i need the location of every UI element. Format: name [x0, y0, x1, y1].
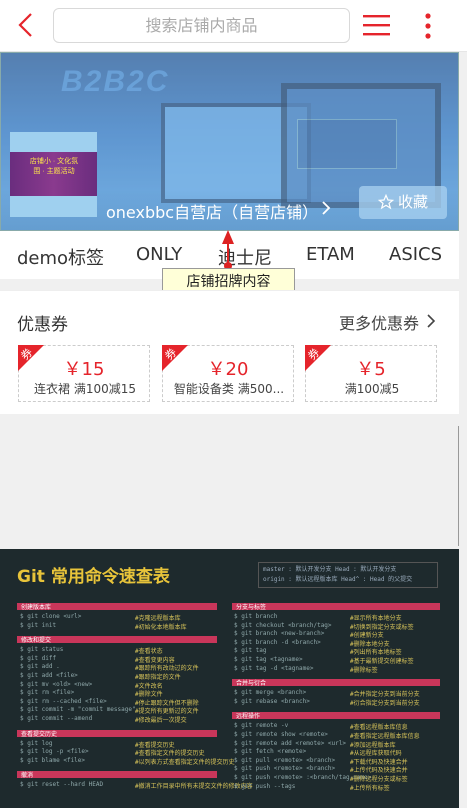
git-command-line: $ git branch <new-branch> — [234, 630, 325, 638]
git-legend: master : 默认开发分支 Head : 默认开发分支 origin : 默… — [258, 562, 438, 588]
shop-name[interactable]: onexbbc自营店（自营店铺） — [106, 199, 318, 223]
git-command-hint: #修改最后一次提交 — [135, 717, 187, 724]
menu-icon[interactable] — [363, 13, 390, 37]
git-command-line: $ git init — [20, 621, 57, 629]
git-command-line: $ git clone <url> — [20, 613, 82, 620]
git-command-hint: #上传所有标签 — [350, 784, 390, 792]
git-command-line: $ git add . — [20, 663, 60, 671]
git-command-line: $ git remote -v — [234, 722, 289, 730]
coupon-amount: ￥20 — [207, 359, 249, 380]
git-command-line: $ git checkout <branch/tag> — [234, 621, 332, 629]
shop-logo-text: 店铺小 · 文化氛围 · 主题活动 — [29, 158, 79, 175]
git-command-line: $ git log -p <file> — [20, 748, 89, 756]
git-command-line: $ git branch — [234, 613, 278, 620]
git-command-line: $ git log — [20, 739, 53, 747]
git-cheatsheet-image[interactable]: Git 常用命令速查表 master : 默认开发分支 Head : 默认开发分… — [0, 549, 459, 808]
star-icon — [377, 193, 395, 210]
git-command-line: $ git remote add <remote> <url> — [234, 739, 346, 747]
git-command-hint: #以列表方式查看指定文件的提交历史 — [135, 758, 235, 766]
git-command-line: $ git fetch <remote> — [234, 748, 307, 756]
git-section-label: 合并与衍合 — [236, 680, 267, 688]
git-section-label: 远程操作 — [236, 713, 261, 721]
coupon-card[interactable]: 券 ￥15 连衣裙 满100减15 — [18, 345, 150, 402]
git-command-line: $ git remote show <remote> — [234, 731, 328, 738]
coupon-desc: 满100减5 — [344, 382, 400, 396]
git-command-line: $ git status — [20, 646, 64, 654]
chevron-right-icon[interactable] — [426, 312, 436, 330]
coupon-card[interactable]: 券 ￥5 满100减5 — [305, 345, 437, 402]
git-section-label: 修改和提交 — [21, 637, 52, 645]
git-command-hint: #衍合指定分支到当前分支 — [350, 699, 420, 707]
coupon-card[interactable]: 券 ￥20 智能设备类 满500... — [162, 345, 294, 402]
shop-banner: B2B2C 店铺小 · 文化氛围 · 主题活动 onexbbc自营店（自营店铺）… — [0, 52, 459, 231]
git-section-header — [232, 712, 440, 720]
git-command-line: $ git branch -d <branch> — [234, 638, 321, 646]
git-command-line: $ git add <file> — [20, 672, 78, 679]
top-header: 搜索店铺内商品 — [0, 0, 467, 52]
coupon-amount: ￥5 — [356, 359, 386, 380]
git-section-label: 查看提交历史 — [21, 730, 58, 738]
git-section-label: 创建版本库 — [21, 604, 52, 611]
tab-asics[interactable]: ASICS — [389, 244, 442, 265]
tab-demo[interactable]: demo标签 — [17, 244, 104, 270]
git-command-hint: #删除标签 — [350, 666, 378, 674]
chevron-right-icon[interactable] — [320, 199, 332, 217]
git-command-line: $ git tag -d <tagname> — [234, 664, 314, 672]
git-command-line: $ git blame <file> — [20, 756, 86, 764]
git-command-line: $ git commit --amend — [20, 715, 93, 722]
coupon-amount: ￥15 — [63, 359, 105, 380]
shop-logo[interactable]: 店铺小 · 文化氛围 · 主题活动 — [10, 132, 97, 217]
git-section-label: 分支与标签 — [236, 604, 267, 611]
git-command-line: $ git mv <old> <new> — [20, 680, 93, 688]
git-command-hint: #初始化本地版本库 — [135, 623, 187, 631]
git-section-header — [17, 771, 217, 779]
coupon-section-title: 优惠券 — [17, 315, 68, 335]
git-command-line: $ git rebase <branch> — [234, 697, 310, 705]
coupon-section: 优惠券 更多优惠券 券 ￥15 连衣裙 满100减15 券 ￥20 智能设备类 … — [0, 290, 459, 414]
git-command-line: $ git push <remote> <branch> — [234, 765, 336, 773]
favorite-button[interactable]: 收藏 — [359, 186, 447, 219]
git-command-line: $ git pull <remote> <branch> — [234, 756, 336, 764]
git-command-line: $ git push --tags — [234, 782, 296, 790]
coupon-desc: 连衣裙 满100减15 — [34, 382, 136, 396]
back-arrow-icon[interactable] — [12, 11, 40, 39]
git-command-line: $ git reset --hard HEAD — [20, 781, 104, 789]
coupon-desc: 智能设备类 满500... — [173, 382, 285, 396]
tab-etam[interactable]: ETAM — [306, 244, 355, 265]
git-cheatsheet-title: Git 常用命令速查表 — [17, 567, 170, 587]
more-coupons-link[interactable]: 更多优惠券 — [339, 310, 419, 334]
git-command-line: $ git rm --cached <file> — [20, 697, 107, 705]
git-command-line: $ git tag — [234, 647, 267, 655]
git-command-line: $ git rm <file> — [20, 689, 75, 697]
tab-only[interactable]: ONLY — [136, 244, 182, 265]
git-command-line: $ git diff — [20, 654, 57, 662]
search-input[interactable]: 搜索店铺内商品 — [53, 8, 350, 43]
git-command-line: $ git commit -m "commit message" — [20, 706, 136, 714]
content-spacer — [0, 414, 459, 549]
favorite-label: 收藏 — [397, 193, 428, 211]
git-command-line: $ git tag <tagname> — [234, 656, 303, 663]
more-vertical-icon[interactable] — [418, 12, 438, 40]
git-section-label: 撤消 — [21, 772, 34, 780]
git-command-line: $ git merge <branch> — [234, 689, 307, 697]
